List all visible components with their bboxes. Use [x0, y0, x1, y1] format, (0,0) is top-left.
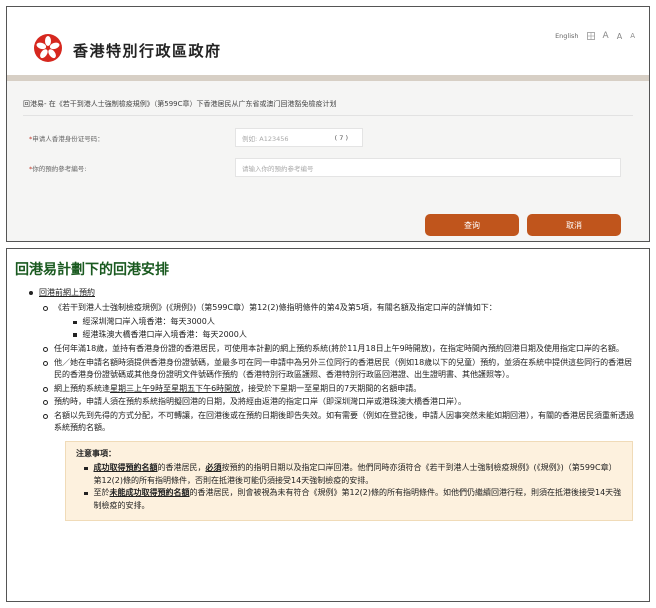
notice-title: 注意事項：	[76, 448, 116, 458]
hksar-logo-icon[interactable]	[33, 33, 63, 63]
ref-label: *你的預約參考編号:	[29, 163, 86, 173]
list-item: 《若干到港人士強制檢疫規例》(《規例》)（第599C章）第12(2)條指明條件的…	[43, 302, 639, 315]
font-size-large[interactable]: A	[603, 31, 609, 41]
circle-bullet-icon	[43, 400, 48, 405]
square-bullet-icon	[73, 333, 77, 337]
id-label-text: 申请人香港身份证号码：	[32, 135, 104, 143]
id-placeholder: 例如: A123456	[242, 134, 289, 143]
font-size-small[interactable]: A	[630, 32, 635, 40]
font-size-medium[interactable]: A	[617, 32, 622, 41]
quota-text: 經港珠澳大橋香港口岸入境香港：每天2000人	[82, 329, 247, 339]
intro-text: 《若干到港人士強制檢疫規例》(《規例》)（第599C章）第12(2)條指明條件的…	[54, 302, 497, 312]
notice-item: 成功取得預約名額的香港居民，必須按預約的指明日期以及指定口岸回港。他們同時亦須符…	[84, 462, 624, 487]
circle-bullet-icon	[43, 347, 48, 352]
circle-bullet-icon	[43, 305, 48, 311]
notice-item: 至於未能成功取得預約名額的香港居民，則會被視為未有符合《規例》第12(2)條的所…	[84, 487, 624, 512]
list-item: 名額以先到先得的方式分配，不可轉讓，在回港後或在預約日期後即告失效。如有需要（例…	[43, 410, 639, 435]
list-item: 網上預約系統逢星期三上午9時至星期五下午6時開放，接受於下星期一至星期日的7天期…	[43, 383, 639, 396]
list-item: 他／她在申請名額時須提供香港身份證號碼，並最多可在同一申請中為另外三位同行的香港…	[43, 357, 639, 382]
circle-bullet-icon	[43, 360, 48, 366]
site-header: 香港特別行政區政府 English A A A	[7, 7, 649, 75]
ref-placeholder: 请输入你的預約参考编号	[242, 164, 314, 173]
arrangement-heading: 回港易計劃下的回港安排	[15, 262, 169, 278]
notice-box: 注意事項： 成功取得預約名額的香港居民，必須按預約的指明日期以及指定口岸回港。他…	[65, 440, 633, 521]
reference-number-input[interactable]: 请输入你的預約参考编号	[235, 158, 621, 177]
scheme-title: 回港易- 在《若干到港人士強制檢疫規例》（第599C章）下香港居民从广东省或澳门…	[23, 100, 337, 108]
quota-rule-text: 名額以先到先得的方式分配，不可轉讓，在回港後或在預約日期後即告失效。如有需要（例…	[54, 410, 634, 433]
eligibility-text: 任何年滿18歲，並持有香港身份證的香港居民，可使用本計劃的網上預約系統(將於11…	[54, 344, 624, 353]
square-bullet-icon	[73, 320, 77, 324]
schedule-prefix: 網上預約系統逢	[54, 383, 110, 393]
ref-label-text: 你的預約參考編号:	[32, 165, 87, 173]
square-bullet-icon	[84, 491, 88, 495]
list-item: 任何年滿18歲，並持有香港身份證的香港居民，可使用本計劃的網上預約系統(將於11…	[43, 343, 639, 356]
id-number-input[interactable]: 例如: A123456 ( 7 )	[235, 128, 363, 147]
section-label: 回港前網上預約	[39, 288, 95, 297]
check-digit-field[interactable]: ( 7 )	[335, 134, 356, 142]
companion-text: 他／她在申請名額時須提供香港身份證號碼，並最多可在同一申請中為另外三位同行的香港…	[54, 357, 633, 380]
port-text: 預約時，申請人須在預約系統指明擬回港的日期，及將經由返港的指定口岸（即深圳灣口岸…	[54, 397, 466, 406]
notice-emphasis: 必須	[205, 463, 222, 472]
search-button[interactable]: 查询	[425, 214, 519, 236]
arrangement-list: 《若干到港人士強制檢疫規例》(《規例》)（第599C章）第12(2)條指明條件的…	[43, 302, 639, 435]
divider	[23, 115, 633, 116]
bullet-icon	[29, 291, 33, 295]
section-bullet: 回港前網上預約	[29, 287, 639, 300]
arrangement-content: 回港前網上預約 《若干到港人士強制檢疫規例》(《規例》)（第599C章）第12(…	[7, 279, 649, 521]
quota-item: 經深圳灣口岸入境香港：每天3000人	[73, 316, 639, 329]
id-label: *申请人香港身份证号码：	[29, 133, 104, 143]
notice-emphasis: 成功取得預約名額	[93, 463, 158, 472]
list-item: 預約時，申請人須在預約系統指明擬回港的日期，及將經由返港的指定口岸（即深圳灣口岸…	[43, 396, 639, 409]
notice-text-part: 的香港居民，	[157, 463, 206, 472]
notice-text-part: 至於	[93, 488, 110, 497]
schedule-time: 星期三上午9時至星期五下午6時開放	[110, 383, 241, 393]
top-links: English A A A	[555, 31, 635, 41]
quota-list: 經深圳灣口岸入境香港：每天3000人 經港珠澳大橋香港口岸入境香港：每天2000…	[73, 316, 639, 341]
quota-text: 經深圳灣口岸入境香港：每天3000人	[82, 317, 215, 326]
schedule-text: 網上預約系統逢星期三上午9時至星期五下午6時開放，接受於下星期一至星期日的7天期…	[54, 383, 421, 396]
circle-bullet-icon	[43, 413, 48, 419]
government-title: 香港特別行政區政府	[73, 42, 222, 60]
sitemap-icon[interactable]	[586, 32, 595, 40]
notice-text: 至於未能成功取得預約名額的香港居民，則會被視為未有符合《規例》第12(2)條的所…	[94, 487, 625, 512]
booking-lookup-panel: 香港特別行政區政府 English A A A 回港易- 在《若干到港人士強制檢…	[6, 6, 650, 242]
form-area: 回港易- 在《若干到港人士強制檢疫規例》（第599C章）下香港居民从广东省或澳门…	[7, 81, 649, 241]
square-bullet-icon	[84, 466, 88, 470]
english-link[interactable]: English	[555, 32, 578, 40]
cancel-button[interactable]: 取消	[527, 214, 621, 236]
schedule-suffix: ，接受於下星期一至星期日的7天期間的名額申請。	[240, 383, 422, 393]
notice-emphasis: 未能成功取得預約名額	[109, 488, 190, 497]
notice-text: 成功取得預約名額的香港居民，必須按預約的指明日期以及指定口岸回港。他們同時亦須符…	[94, 462, 625, 487]
quota-item: 經港珠澳大橋香港口岸入境香港：每天2000人	[73, 329, 639, 342]
circle-bullet-icon	[43, 386, 48, 392]
arrangement-panel: 回港易計劃下的回港安排 回港前網上預約 《若干到港人士強制檢疫規例》(《規例》)…	[6, 248, 650, 602]
